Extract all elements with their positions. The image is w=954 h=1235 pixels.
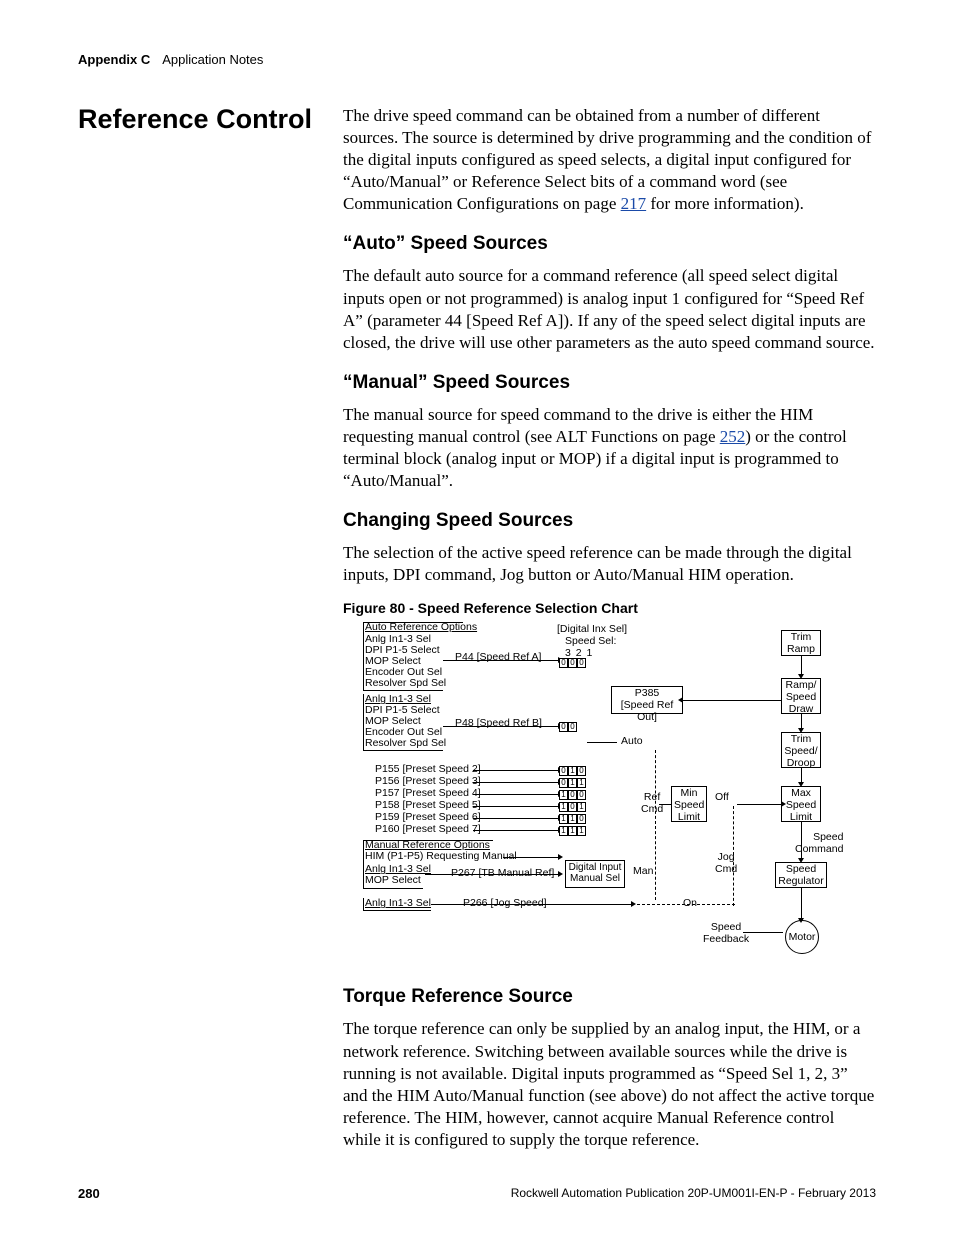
p48-label: P48 [Speed Ref B]	[455, 718, 542, 730]
p385-box: P385 [Speed Ref Out]	[611, 686, 683, 714]
appendix-title: Application Notes	[162, 52, 263, 67]
changing-heading: Changing Speed Sources	[343, 510, 876, 532]
digital-inx-label: [Digital Inx Sel]	[557, 624, 627, 636]
trim-droop-box: Trim Speed/ Droop	[781, 732, 821, 768]
trim-ramp-box: Trim Ramp	[781, 630, 821, 656]
changing-paragraph: The selection of the active speed refere…	[343, 542, 876, 586]
auto-opt-4: Resolver Spd Sel	[365, 678, 446, 690]
man-him: HIM (P1-P5) Requesting Manual	[365, 851, 517, 863]
auto-label: Auto	[621, 736, 643, 748]
ramp-draw-box: Ramp/ Speed Draw	[781, 678, 821, 714]
speed-reference-chart: Auto Reference Options Anlg In1-3 Sel DP…	[343, 622, 843, 962]
jog-opt: Anlg In1-3 Sel	[365, 898, 431, 910]
page-link-252[interactable]: 252	[720, 427, 746, 446]
preset-0: P155 [Preset Speed 2]	[375, 764, 481, 776]
auto-opt-b4: Resolver Spd Sel	[365, 738, 446, 750]
motor-circle: Motor	[785, 920, 819, 954]
man-label: Man	[633, 866, 653, 878]
intro-paragraph: The drive speed command can be obtained …	[343, 105, 876, 215]
section-title: Reference Control	[78, 105, 343, 135]
auto-paragraph: The default auto source for a command re…	[343, 265, 876, 353]
page-footer: 280 Rockwell Automation Publication 20P-…	[78, 1186, 876, 1201]
figure-caption: Figure 80 - Speed Reference Selection Ch…	[343, 600, 876, 616]
preset-1: P156 [Preset Speed 3]	[375, 776, 481, 788]
p44-label: P44 [Speed Ref A]	[455, 652, 541, 664]
preset-4: P159 [Preset Speed 6]	[375, 812, 481, 824]
speed-sel-label: Speed Sel:	[565, 636, 616, 648]
publication-id: Rockwell Automation Publication 20P-UM00…	[511, 1186, 876, 1201]
appendix-label: Appendix C	[78, 52, 150, 67]
preset-2: P157 [Preset Speed 4]	[375, 788, 481, 800]
man-opt-1: MOP Select	[365, 875, 421, 887]
speed-feedback-label: Speed Feedback	[703, 922, 749, 945]
off-label: Off	[715, 792, 729, 804]
torque-paragraph: The torque reference can only be supplie…	[343, 1018, 876, 1151]
auto-heading: “Auto” Speed Sources	[343, 233, 876, 255]
speed-regulator-box: Speed Regulator	[775, 862, 827, 888]
manual-heading: “Manual” Speed Sources	[343, 372, 876, 394]
manual-paragraph: The manual source for speed command to t…	[343, 404, 876, 492]
digital-manual-sel: Digital Input Manual Sel	[565, 860, 625, 888]
running-header: Appendix C Application Notes	[78, 52, 876, 67]
min-speed-box: Min Speed Limit	[671, 786, 707, 822]
speed-command-label: Speed Command	[795, 832, 843, 855]
max-speed-box: Max Speed Limit	[781, 786, 821, 822]
preset-5: P160 [Preset Speed 7]	[375, 824, 481, 836]
torque-heading: Torque Reference Source	[343, 986, 876, 1008]
page-link-217[interactable]: 217	[621, 194, 647, 213]
auto-options-title: Auto Reference Options	[365, 622, 477, 634]
page-number: 280	[78, 1186, 100, 1201]
preset-3: P158 [Preset Speed 5]	[375, 800, 481, 812]
page: Appendix C Application Notes Reference Co…	[0, 0, 954, 1235]
